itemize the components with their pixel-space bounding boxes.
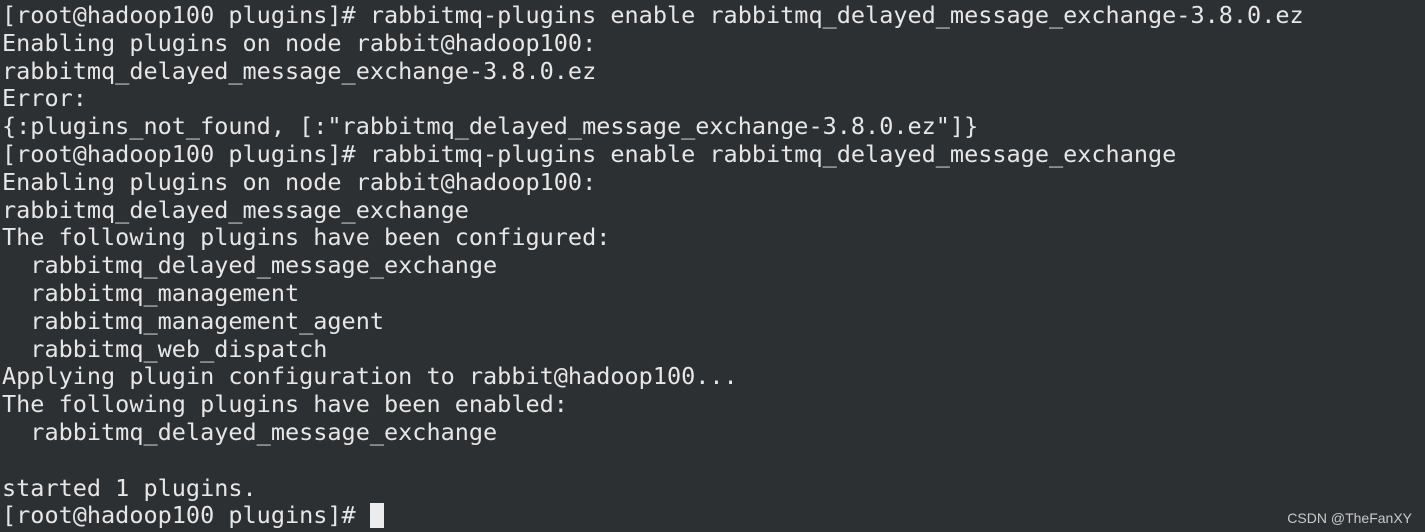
output-line: The following plugins have been enabled: — [2, 390, 568, 419]
plugin-list-item: rabbitmq_delayed_message_exchange — [2, 417, 498, 446]
output-line: rabbitmq_delayed_message_exchange-3.8.0.… — [2, 56, 597, 85]
plugin-list-item: rabbitmq_delayed_message_exchange — [2, 251, 498, 280]
terminal-window[interactable]: [root@hadoop100 plugins]# rabbitmq-plugi… — [0, 0, 1425, 532]
prompt-line[interactable]: [root@hadoop100 plugins]# — [2, 501, 1425, 530]
plugin-list-item: rabbitmq_web_dispatch — [2, 334, 328, 363]
error-detail-line: {:plugins_not_found, [:"rabbitmq_delayed… — [2, 112, 979, 141]
output-line: started 1 plugins. — [2, 473, 257, 502]
output-line: Applying plugin configuration to rabbit@… — [2, 362, 738, 391]
error-label-line: Error: — [2, 84, 87, 113]
output-line: rabbitmq_delayed_message_exchange — [2, 195, 469, 224]
command-line-1: [root@hadoop100 plugins]# rabbitmq-plugi… — [2, 1, 1304, 29]
text-cursor — [369, 503, 384, 529]
command-line-2: [root@hadoop100 plugins]# rabbitmq-plugi… — [2, 139, 1177, 168]
plugin-list-item: rabbitmq_management_agent — [2, 306, 385, 335]
output-line: The following plugins have been configur… — [2, 223, 611, 252]
plugin-list-item: rabbitmq_management — [2, 278, 300, 307]
output-line: Enabling plugins on node rabbit@hadoop10… — [2, 167, 597, 196]
shell-prompt: [root@hadoop100 plugins]# — [2, 501, 370, 530]
output-line: Enabling plugins on node rabbit@hadoop10… — [2, 28, 597, 57]
watermark: CSDN @TheFanXY — [1287, 510, 1412, 526]
